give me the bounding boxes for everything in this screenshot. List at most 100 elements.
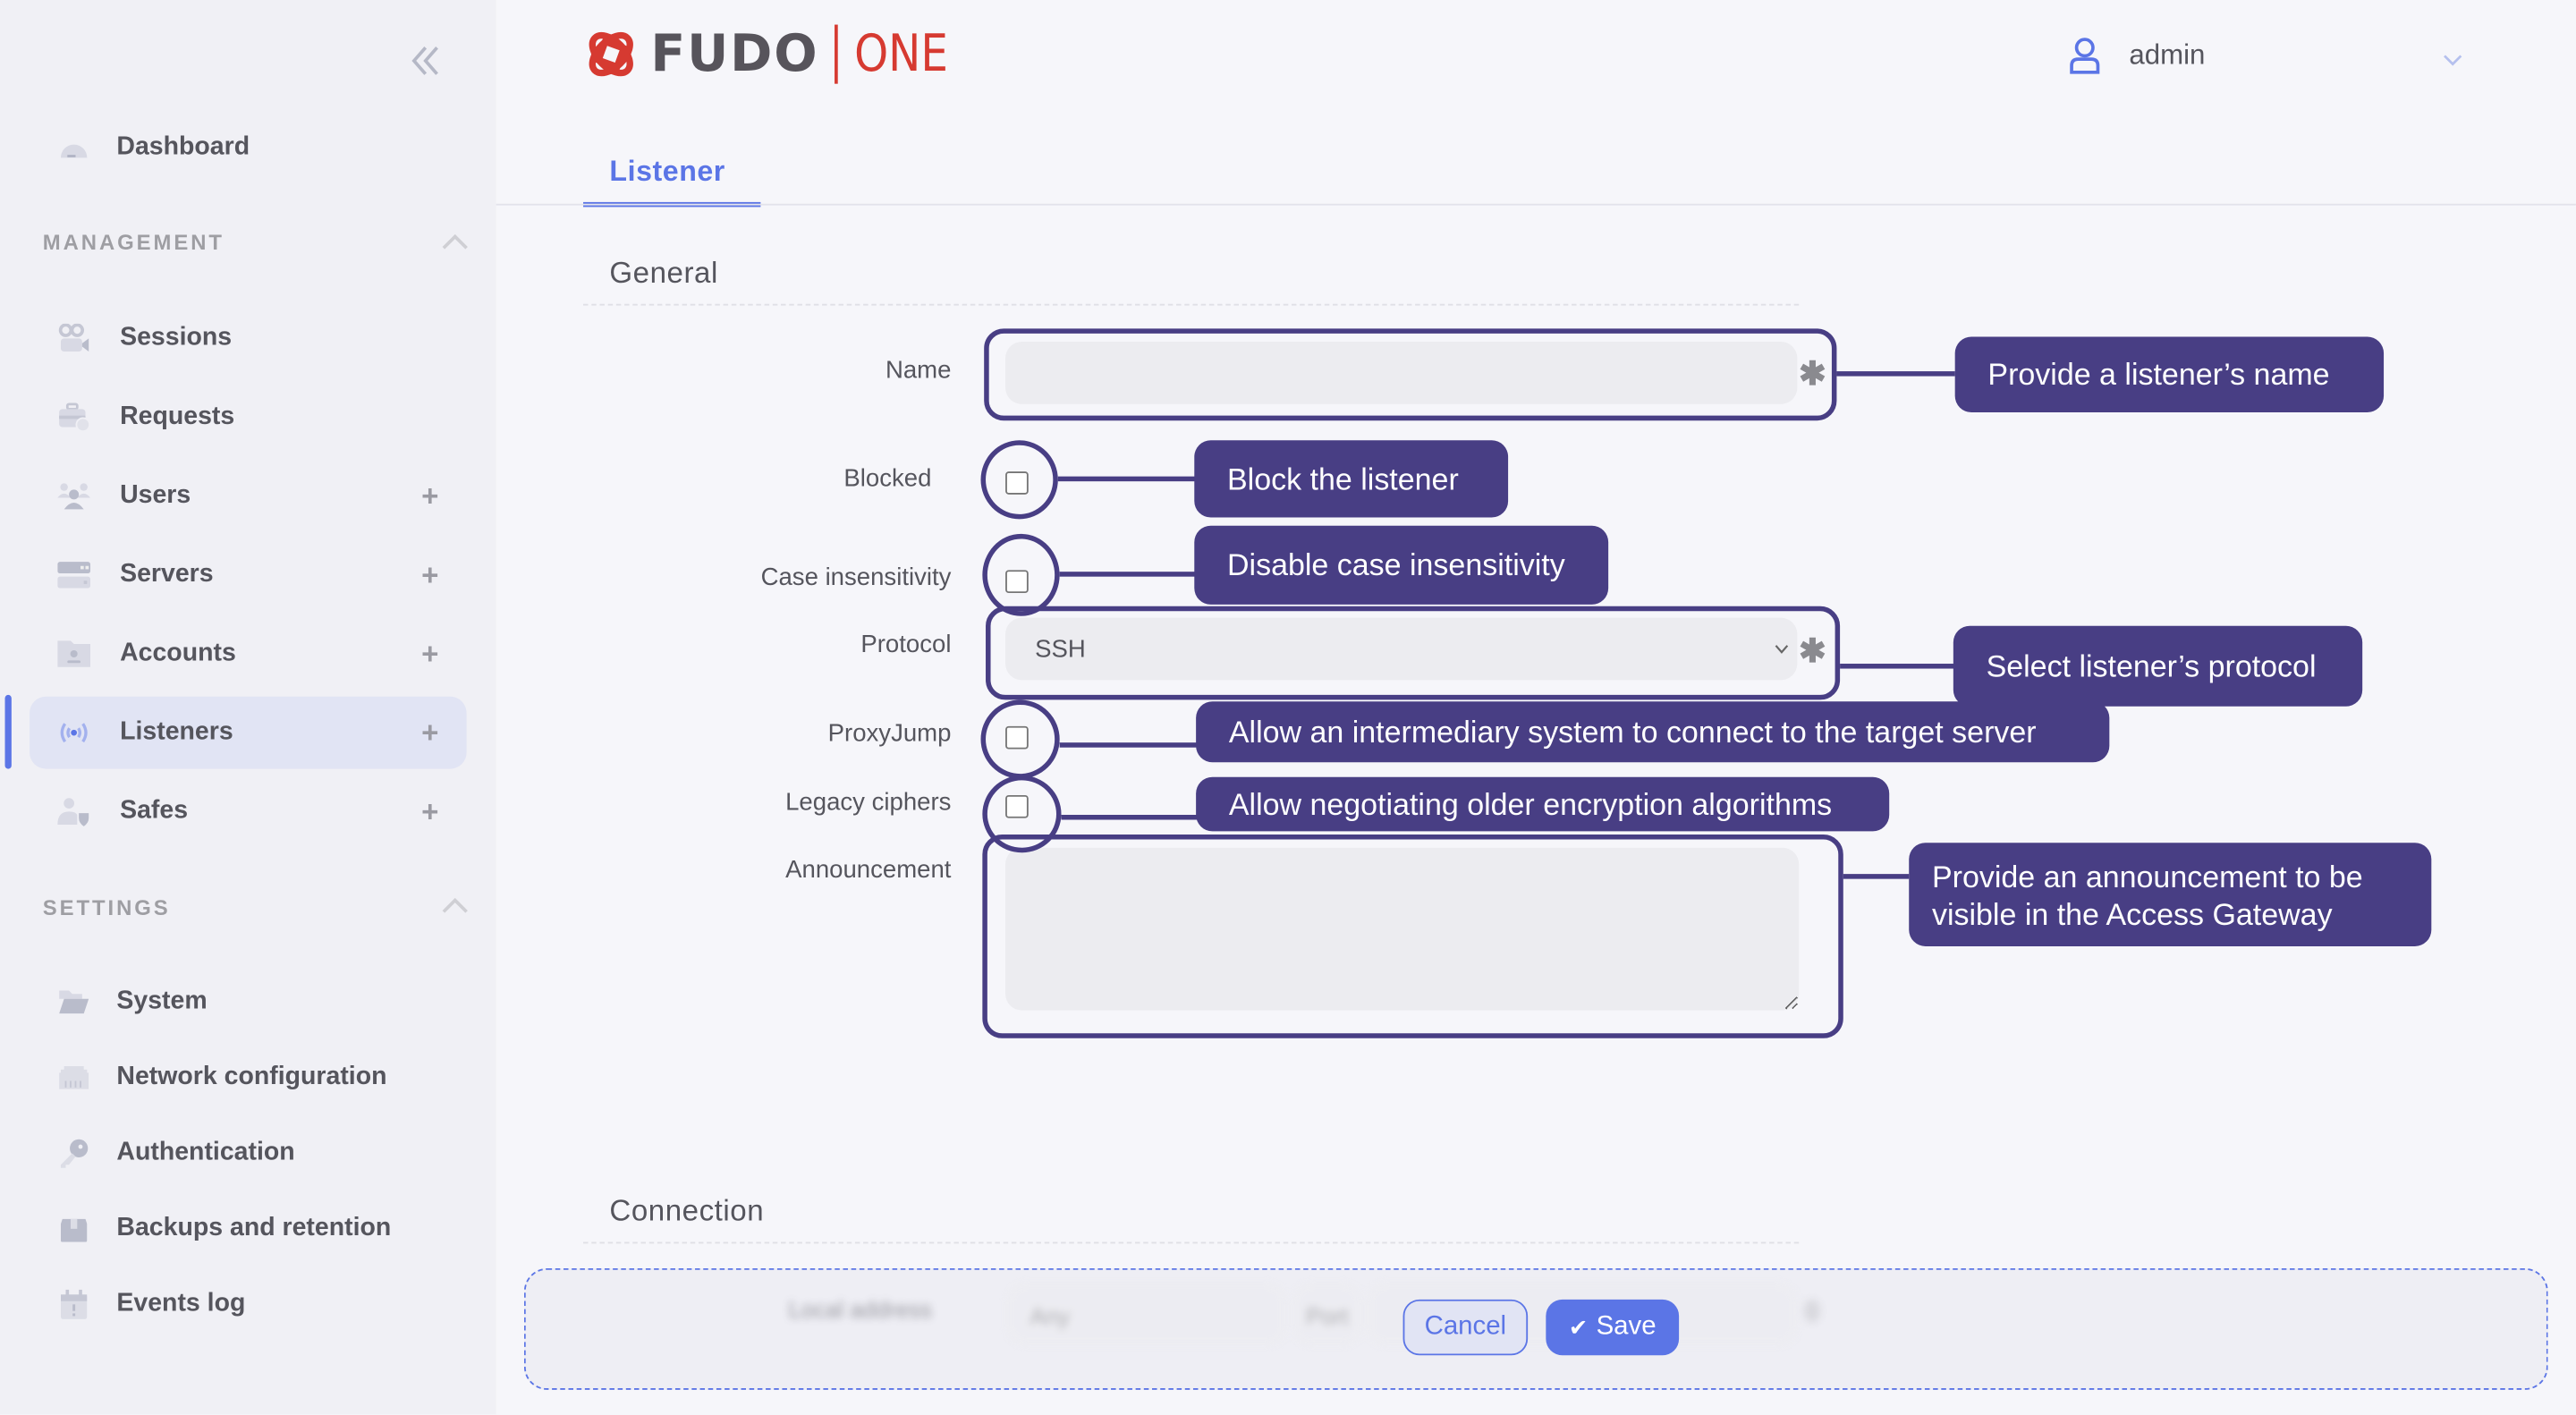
- announcement-label: Announcement: [785, 855, 952, 885]
- save-button[interactable]: ✔ Save: [1546, 1299, 1680, 1356]
- annotation-highlight-name: [984, 328, 1837, 421]
- ethernet-icon: [57, 1062, 90, 1095]
- active-indicator: [4, 694, 12, 769]
- sidebar-item-label: Dashboard: [116, 132, 250, 161]
- sidebar-item-label: Network configuration: [116, 1063, 387, 1091]
- section-divider: [583, 303, 1800, 306]
- sidebar-item-events-log[interactable]: Events log: [30, 1268, 467, 1341]
- users-icon: [57, 479, 91, 513]
- sidebar-item-users[interactable]: Users +: [30, 460, 467, 532]
- collapse-sidebar-button[interactable]: [406, 41, 449, 80]
- add-server-button[interactable]: +: [421, 560, 438, 589]
- annotation-highlight-announcement: [982, 835, 1843, 1038]
- annotation-highlight-case-insensitivity: [982, 533, 1060, 616]
- legacy-ciphers-label: Legacy ciphers: [785, 788, 952, 817]
- name-label: Name: [885, 356, 952, 385]
- cancel-button[interactable]: Cancel: [1402, 1299, 1529, 1356]
- annotation-highlight-proxyjump: [980, 699, 1060, 779]
- annotation-highlight-blocked: [980, 440, 1058, 520]
- sidebar-item-system[interactable]: System: [30, 966, 467, 1038]
- annotation-callout-legacy-ciphers: Allow negotiating older encryption algor…: [1196, 776, 1890, 832]
- annotation-connector: [1836, 371, 1955, 377]
- chevron-up-icon: [442, 897, 468, 913]
- calendar-alert-icon: [57, 1288, 90, 1321]
- annotation-callout-proxyjump: Allow an intermediary system to connect …: [1196, 701, 2110, 763]
- section-title-connection: Connection: [609, 1194, 765, 1228]
- sidebar-item-label: Authentication: [116, 1138, 295, 1167]
- dashboard-gauge-icon: [57, 131, 90, 165]
- blurred-connection-preview: Local address Any Port: [526, 1270, 2546, 1388]
- sidebar-item-servers[interactable]: Servers +: [30, 538, 467, 611]
- annotation-connector: [1059, 742, 1198, 748]
- collapse-settings-button[interactable]: [440, 894, 470, 913]
- protocol-label: Protocol: [860, 631, 952, 659]
- annotation-connector: [1059, 572, 1197, 577]
- sidebar-item-backups-and-retention[interactable]: Backups and retention: [30, 1192, 467, 1265]
- user-menu-dropdown[interactable]: [2443, 46, 2462, 66]
- sidebar-item-label: Backups and retention: [116, 1214, 392, 1242]
- user-icon: [2070, 38, 2100, 74]
- tab-listener[interactable]: Listener: [583, 138, 761, 208]
- form-action-bar: Local address Any Port Cancel ✔ Save: [523, 1267, 2548, 1390]
- fudo-one-logo[interactable]: FUDO ONE: [581, 23, 965, 86]
- checkmark-icon: ✔: [1568, 1313, 1589, 1340]
- sidebar-item-requests[interactable]: Requests: [30, 381, 467, 453]
- sidebar-item-safes[interactable]: Safes +: [30, 775, 467, 848]
- sidebar-item-label: Listeners: [120, 717, 233, 746]
- collapse-management-button[interactable]: [440, 230, 470, 250]
- annotation-connector: [1061, 815, 1199, 820]
- sidebar-item-dashboard[interactable]: Dashboard: [30, 112, 467, 184]
- proxyjump-label: ProxyJump: [827, 719, 952, 748]
- add-listener-button[interactable]: +: [421, 718, 438, 748]
- sidebar-item-network-configuration[interactable]: Network configuration: [30, 1041, 467, 1114]
- server-icon: [57, 558, 91, 591]
- add-account-button[interactable]: +: [421, 639, 438, 668]
- sidebar-item-authentication[interactable]: Authentication: [30, 1117, 467, 1190]
- user-name: admin: [2129, 39, 2206, 71]
- sidebar-item-label: Servers: [120, 560, 214, 589]
- sidebar-item-label: Requests: [120, 402, 235, 431]
- folder-open-icon: [57, 986, 90, 1019]
- port-label-box: Port: [1292, 1283, 1362, 1346]
- sidebar-item-label: Events log: [116, 1289, 246, 1318]
- sidebar-item-listeners[interactable]: Listeners +: [30, 696, 467, 769]
- box-icon: [57, 1212, 90, 1245]
- local-address-label: Local address: [788, 1296, 932, 1323]
- chevron-down-icon: [2444, 55, 2462, 66]
- tab-label: Listener: [609, 154, 725, 188]
- blocked-label: Blocked: [843, 464, 932, 494]
- key-icon: [57, 1137, 90, 1170]
- broadcast-icon: [57, 716, 90, 750]
- annotation-callout-announcement: Provide an announcement to be visible in…: [1909, 843, 2432, 946]
- sidebar-item-label: Users: [120, 481, 191, 510]
- section-header-settings: SETTINGS: [42, 895, 171, 920]
- annotation-callout-name: Provide a listener’s name: [1954, 336, 2385, 413]
- add-safe-button[interactable]: +: [421, 797, 438, 826]
- section-title-general: General: [609, 256, 718, 290]
- annotation-connector: [1057, 476, 1197, 482]
- sidebar-item-sessions[interactable]: Sessions: [30, 302, 467, 375]
- sidebar-item-accounts[interactable]: Accounts +: [30, 618, 467, 691]
- briefcase-clock-icon: [57, 401, 91, 434]
- annotation-callout-case-insensitivity: Disable case insensitivity: [1194, 525, 1609, 605]
- add-user-button[interactable]: +: [421, 481, 438, 511]
- section-divider: [583, 1241, 1800, 1244]
- logo-separator: [835, 24, 839, 84]
- sidebar-item-label: Safes: [120, 796, 189, 826]
- section-header-management: MANAGEMENT: [42, 230, 225, 255]
- annotation-callout-blocked: Block the listener: [1194, 440, 1509, 518]
- sidebar: Dashboard MANAGEMENT Sessions Requests U…: [0, 0, 496, 1415]
- chevron-up-icon: [442, 233, 468, 250]
- user-menu[interactable]: admin: [2067, 33, 2206, 79]
- video-camera-icon: [57, 322, 90, 355]
- local-address-select: Any: [1006, 1283, 1287, 1346]
- save-label: Save: [1596, 1312, 1657, 1341]
- sidebar-item-label: System: [116, 987, 208, 1016]
- required-icon: [1803, 1299, 1821, 1323]
- annotation-callout-protocol: Select listener’s protocol: [1953, 625, 2363, 707]
- double-chevron-left-icon: [411, 47, 438, 75]
- annotation-connector: [1843, 874, 1910, 879]
- case-insensitivity-label: Case insensitivity: [760, 563, 952, 592]
- tab-divider: [496, 203, 2576, 206]
- sidebar-item-label: Sessions: [120, 323, 233, 352]
